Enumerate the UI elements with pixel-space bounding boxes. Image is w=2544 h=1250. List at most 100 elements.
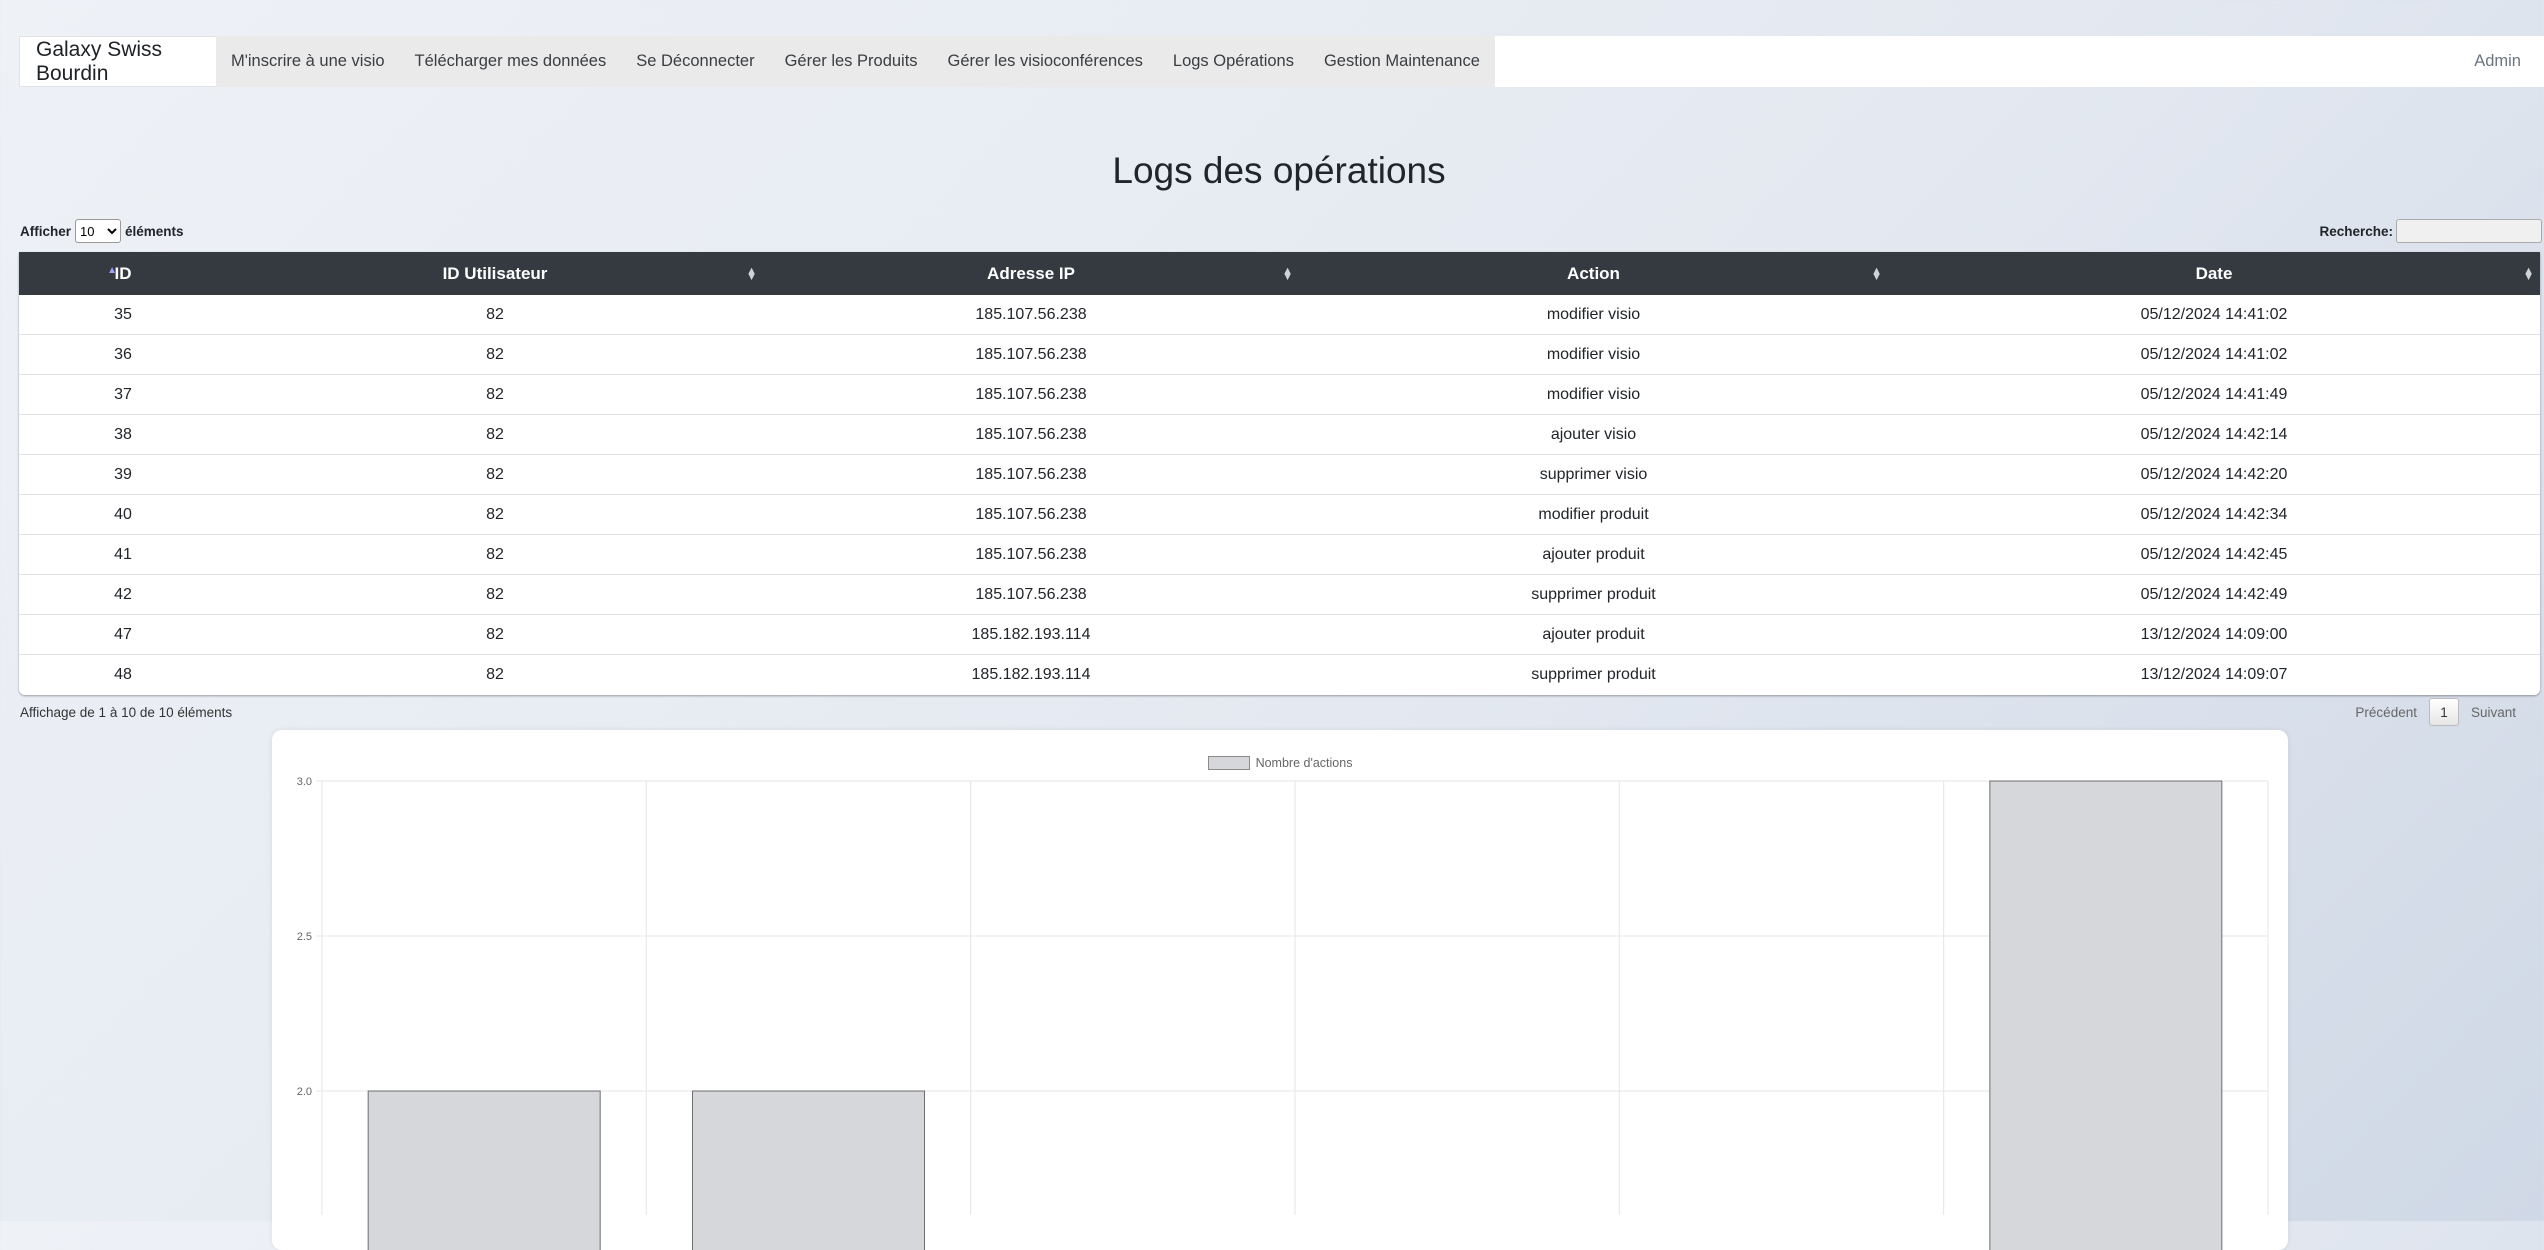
cell-id: 39 <box>19 454 227 495</box>
table-row: 41 82 185.107.56.238 ajouter produit 05/… <box>19 534 2540 575</box>
logs-table: ID ▲ ID Utilisateur ▲ ▼ Adresse IP ▲ ▼ Act… <box>19 252 2540 694</box>
table-row: 36 82 185.107.56.238 modifier visio 05/1… <box>19 334 2540 375</box>
page-length-control: Afficher 10 éléments <box>20 219 184 243</box>
length-suffix-label: éléments <box>125 223 184 239</box>
cell-user-id: 82 <box>227 574 763 615</box>
cell-ip: 185.182.193.114 <box>763 614 1299 655</box>
nav-link-logs-operations[interactable]: Logs Opérations <box>1158 36 1309 87</box>
chart-bar <box>692 1090 925 1250</box>
sort-ascending-icon: ▲ <box>107 265 117 276</box>
next-page-button[interactable]: Suivant <box>2459 705 2528 720</box>
cell-date: 05/12/2024 14:42:20 <box>1888 454 2540 495</box>
cell-id: 37 <box>19 374 227 415</box>
cell-action: supprimer visio <box>1299 454 1888 495</box>
cell-date: 05/12/2024 14:41:49 <box>1888 374 2540 415</box>
cell-action: ajouter visio <box>1299 414 1888 455</box>
nav-link-telecharger-donnees[interactable]: Télécharger mes données <box>400 36 622 87</box>
cell-action: supprimer produit <box>1299 574 1888 615</box>
table-row: 48 82 185.182.193.114 supprimer produit … <box>19 655 2540 695</box>
cell-action: modifier visio <box>1299 295 1888 335</box>
cell-id: 36 <box>19 334 227 375</box>
table-row: 38 82 185.107.56.238 ajouter visio 05/12… <box>19 414 2540 455</box>
cell-id: 47 <box>19 614 227 655</box>
previous-page-button[interactable]: Précédent <box>2343 705 2429 720</box>
nav-link-gerer-produits[interactable]: Gérer les Produits <box>770 36 933 87</box>
cell-user-id: 82 <box>227 454 763 495</box>
cell-date: 13/12/2024 14:09:00 <box>1888 614 2540 655</box>
cell-action: ajouter produit <box>1299 534 1888 575</box>
cell-ip: 185.107.56.238 <box>763 334 1299 375</box>
cell-date: 13/12/2024 14:09:07 <box>2140 665 2288 683</box>
table-search: Recherche: <box>2319 219 2542 243</box>
nav-link-inscrire-visio[interactable]: M'inscrire à une visio <box>216 36 400 87</box>
cell-ip: 185.107.56.238 <box>763 494 1299 535</box>
cell-id: 35 <box>19 295 227 335</box>
table-row: 42 82 185.107.56.238 supprimer produit 0… <box>19 574 2540 615</box>
sort-icon: ▲ ▼ <box>746 264 757 283</box>
cell-action: modifier visio <box>1299 374 1888 415</box>
cell-id: 41 <box>19 534 227 575</box>
cell-user-id: 82 <box>227 494 763 535</box>
sort-icon: ▲ ▼ <box>1282 264 1293 283</box>
length-prefix-label: Afficher <box>20 223 72 239</box>
cell-date: 05/12/2024 14:42:14 <box>1888 414 2540 455</box>
nav-link-gestion-maintenance[interactable]: Gestion Maintenance <box>1309 36 1495 87</box>
cell-date: 05/12/2024 14:41:02 <box>1888 295 2540 335</box>
cell-ip: 185.182.193.114 <box>971 665 1091 683</box>
cell-action: supprimer produit <box>1531 665 1656 683</box>
cell-date: 05/12/2024 14:42:49 <box>1888 574 2540 615</box>
sort-icon: ▲ ▼ <box>2523 264 2534 283</box>
table-row: 39 82 185.107.56.238 supprimer visio 05/… <box>19 454 2540 495</box>
column-header-id-utilisateur[interactable]: ID Utilisateur ▲ ▼ <box>227 252 763 295</box>
table-row: 35 82 185.107.56.238 modifier visio 05/1… <box>19 295 2540 335</box>
page-title: Logs des opérations <box>1112 150 1446 191</box>
cell-user-id: 82 <box>227 414 763 455</box>
search-label: Recherche: <box>2319 223 2393 239</box>
y-tick-label: 3.0 <box>297 776 312 788</box>
cell-date: 05/12/2024 14:41:02 <box>1888 334 2540 375</box>
cell-date: 05/12/2024 14:42:45 <box>1888 534 2540 575</box>
page-length-select[interactable]: 10 <box>75 219 122 243</box>
y-tick-label: 2.0 <box>297 1086 312 1098</box>
cell-action: modifier visio <box>1299 334 1888 375</box>
cell-user-id: 82 <box>227 534 763 575</box>
cell-action: ajouter produit <box>1299 614 1888 655</box>
table-row: 40 82 185.107.56.238 modifier produit 05… <box>19 494 2540 535</box>
column-header-id[interactable]: ID ▲ <box>19 252 227 295</box>
cell-ip: 185.107.56.238 <box>763 534 1299 575</box>
actions-bar-chart: 2.0 2.5 3.0 <box>297 776 2269 1250</box>
chart-bar <box>367 1090 601 1250</box>
logs-table-container: ID ▲ ID Utilisateur ▲ ▼ Adresse IP ▲ ▼ Act… <box>19 252 2540 695</box>
table-row: 47 82 185.182.193.114 ajouter produit 13… <box>19 614 2540 655</box>
cell-id: 40 <box>19 494 227 535</box>
column-header-date[interactable]: Date ▲ ▼ <box>1888 252 2540 295</box>
nav-links: M'inscrire à une visio Télécharger mes d… <box>216 36 1495 87</box>
chart-bar <box>1989 780 2223 1250</box>
table-row: 37 82 185.107.56.238 modifier visio 05/1… <box>19 374 2540 415</box>
top-navbar: Galaxy Swiss Bourdin M'inscrire à une vi… <box>19 36 2544 87</box>
cell-ip: 185.107.56.238 <box>763 374 1299 415</box>
cell-user-id: 82 <box>486 665 504 683</box>
cell-date: 05/12/2024 14:42:34 <box>1888 494 2540 535</box>
column-header-adresse-ip[interactable]: Adresse IP ▲ ▼ <box>763 252 1299 295</box>
cell-user-id: 82 <box>227 374 763 415</box>
cell-action: modifier produit <box>1299 494 1888 535</box>
cell-ip: 185.107.56.238 <box>763 414 1299 455</box>
nav-link-deconnecter[interactable]: Se Déconnecter <box>621 36 769 87</box>
search-input[interactable] <box>2396 219 2542 243</box>
pagination: Précédent 1 Suivant <box>2343 698 2528 726</box>
cell-id: 38 <box>19 414 227 455</box>
cell-user-id: 82 <box>227 614 763 655</box>
chart-card: Nombre d'actions 2.0 2.5 3.0 <box>272 730 2288 1250</box>
column-header-action[interactable]: Action ▲ ▼ <box>1299 252 1888 295</box>
sort-icon: ▲ ▼ <box>1871 264 1882 283</box>
table-info: Affichage de 1 à 10 de 10 éléments <box>20 705 233 720</box>
nav-link-gerer-visioconferences[interactable]: Gérer les visioconférences <box>933 36 1158 87</box>
page-button-1[interactable]: 1 <box>2428 698 2459 726</box>
cell-id: 48 <box>114 665 132 683</box>
table-header-row: ID ▲ ID Utilisateur ▲ ▼ Adresse IP ▲ ▼ Act… <box>19 252 2540 295</box>
user-menu[interactable]: Admin <box>2474 36 2544 87</box>
brand-link[interactable]: Galaxy Swiss Bourdin <box>19 36 216 87</box>
cell-ip: 185.107.56.238 <box>763 574 1299 615</box>
cell-user-id: 82 <box>227 334 763 375</box>
